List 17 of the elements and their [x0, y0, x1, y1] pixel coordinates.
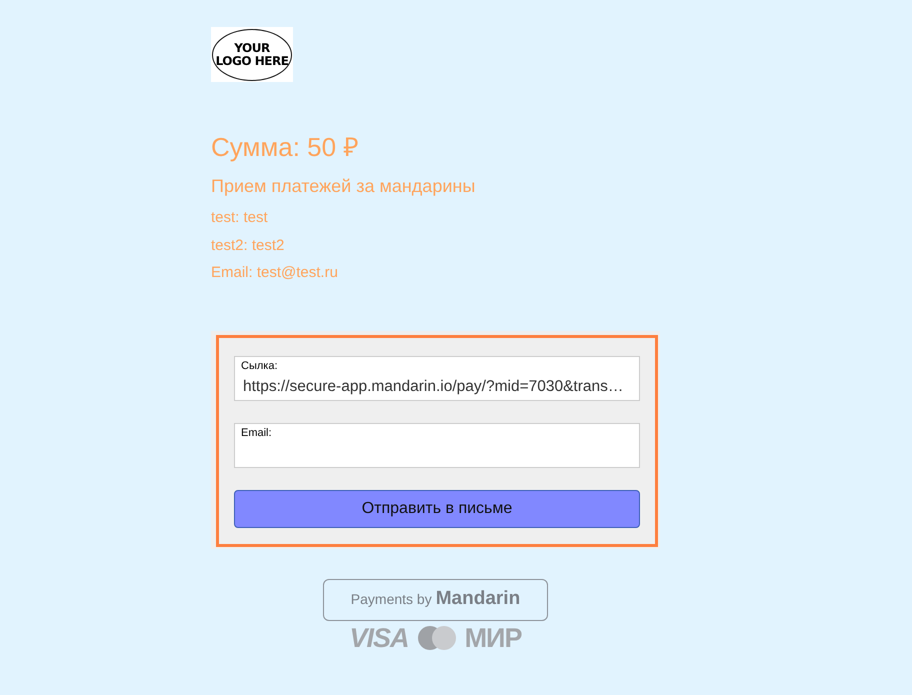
field-value: https://secure-app.mandarin.io/pay/?mid=7030&trans…: [243, 376, 624, 397]
detail-line: Email: test@test.ru: [211, 263, 339, 283]
logo: YOUR LOGO HERE: [212, 28, 292, 80]
field-label: Email:: [241, 426, 273, 440]
card-logo: VISA: [350, 624, 409, 652]
detail-line: test: test: [211, 208, 269, 228]
brand-name: Mandarin: [436, 587, 520, 612]
card-circles-icon: [416, 625, 457, 652]
card-logo: МИР: [464, 624, 522, 652]
detail-line: test2: test2: [211, 236, 286, 256]
email-field[interactable]: Email:: [234, 422, 640, 468]
link-field[interactable]: Сылка: https://secure-app.mandarin.io/pay/?mid=7030&trans…: [234, 356, 640, 401]
field-label: Сылка:: [241, 360, 278, 373]
payments-by-text: Payments by: [350, 590, 432, 610]
amount-heading: Сумма: 50 ₽: [211, 132, 360, 164]
send-button[interactable]: Отправить в письме: [234, 490, 640, 528]
payment-description: Прием платежей за мандарины: [211, 175, 476, 198]
